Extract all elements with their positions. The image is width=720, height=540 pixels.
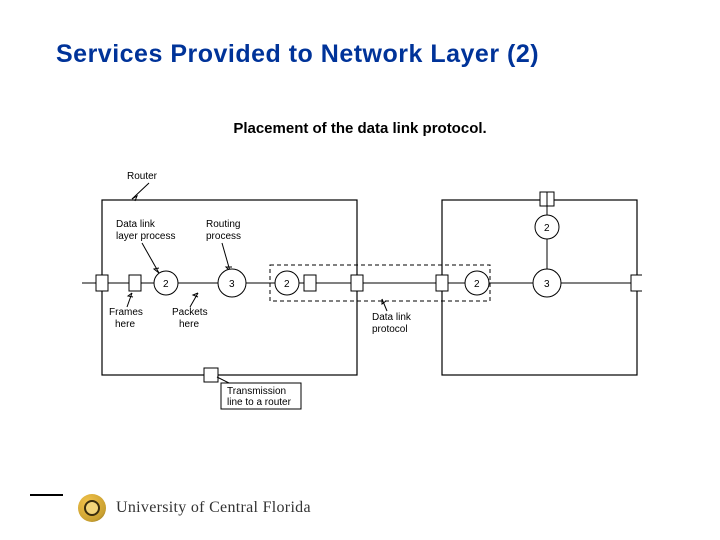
routing-l2: process <box>206 231 241 242</box>
router-label: Router <box>127 171 158 182</box>
node-2-right-a: 2 <box>474 279 480 290</box>
side-rule <box>30 494 63 496</box>
packets-l1: Packets <box>172 307 208 318</box>
dlp-diagram: Router Data link layer process Routing p… <box>82 165 642 410</box>
trans-l1: Transmission <box>227 386 286 397</box>
dlp-l2: protocol <box>372 324 408 335</box>
routing-l1: Routing <box>206 219 240 230</box>
frames-l1: Frames <box>109 307 143 318</box>
node-3-right: 3 <box>544 279 550 290</box>
frames-l2: here <box>115 319 135 330</box>
node-2-left-a: 2 <box>163 279 169 290</box>
ucf-seal-icon <box>78 494 106 522</box>
university-name: University of Central Florida <box>116 499 311 517</box>
slide-subtitle: Placement of the data link protocol. <box>0 120 720 137</box>
node-2-left-b: 2 <box>284 279 290 290</box>
footer-logo-area: University of Central Florida <box>78 494 311 522</box>
node-2-right-top: 2 <box>544 223 550 234</box>
packets-l2: here <box>179 319 199 330</box>
dll-process-l1: Data link <box>116 219 156 230</box>
dlp-l1: Data link <box>372 312 412 323</box>
slide-title: Services Provided to Network Layer (2) <box>56 40 539 69</box>
dll-process-l2: layer process <box>116 231 175 242</box>
node-3-left: 3 <box>229 279 235 290</box>
trans-l2: line to a router <box>227 397 292 408</box>
